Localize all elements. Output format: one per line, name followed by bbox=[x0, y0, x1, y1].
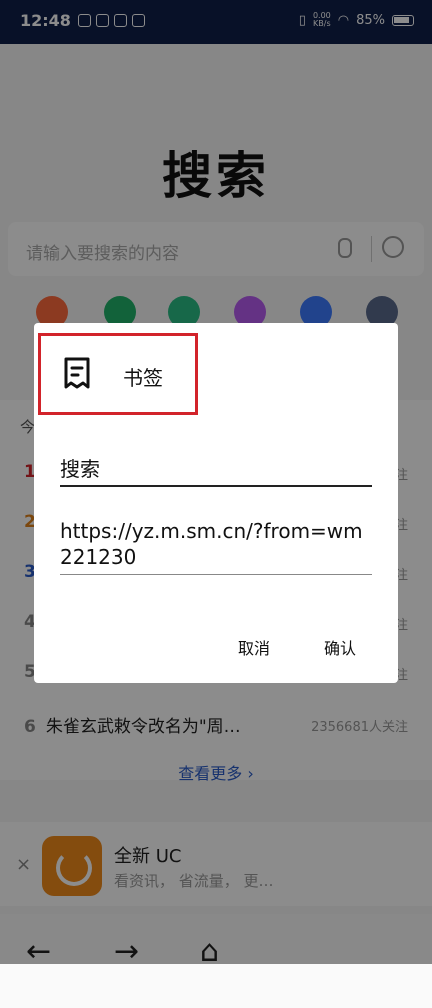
dialog-header-highlight: 书签 bbox=[38, 333, 198, 415]
dialog-title: 书签 bbox=[123, 366, 163, 390]
bookmark-icon bbox=[64, 357, 90, 389]
bookmark-name-input[interactable]: 搜索 bbox=[60, 453, 372, 487]
bookmark-dialog: 书签 搜索 https://yz.m.sm.cn/?from=wm221230 … bbox=[34, 323, 398, 683]
cancel-button[interactable]: 取消 bbox=[238, 635, 270, 659]
bookmark-url-input[interactable]: https://yz.m.sm.cn/?from=wm221230 bbox=[60, 518, 372, 575]
confirm-button[interactable]: 确认 bbox=[324, 635, 356, 659]
